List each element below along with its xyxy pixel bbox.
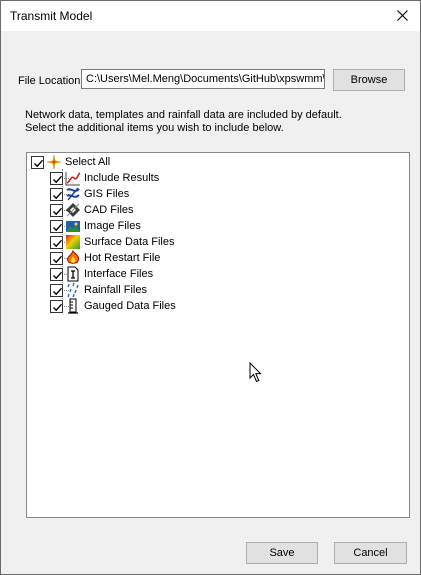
hot-restart-icon — [65, 250, 81, 266]
results-chart-icon — [65, 170, 81, 186]
checkmark-icon — [53, 207, 63, 215]
checkmark-icon — [53, 175, 63, 183]
tree-item-surface-data-files[interactable]: Surface Data Files — [50, 234, 174, 250]
tree-item-gauged-data-files[interactable]: Gauged Data Files — [50, 298, 176, 314]
cad-icon — [65, 202, 81, 218]
interface-files-checkbox[interactable] — [50, 267, 63, 281]
file-location-label: File Location — [18, 75, 81, 87]
surface-data-icon — [65, 234, 81, 250]
surface-data-files-checkbox[interactable] — [50, 235, 63, 249]
gis-files-checkbox[interactable] — [50, 187, 63, 201]
interface-icon — [65, 266, 81, 282]
gauged-data-files-label: Gauged Data Files — [84, 300, 176, 312]
checkmark-icon — [53, 303, 63, 311]
tree-item-hot-restart-file[interactable]: Hot Restart File — [50, 250, 160, 266]
info-text: Network data, templates and rainfall dat… — [25, 109, 342, 135]
checkmark-icon — [53, 255, 63, 263]
gauge-icon — [65, 298, 81, 314]
gauged-data-files-checkbox[interactable] — [50, 299, 63, 313]
checkmark-icon — [53, 271, 63, 279]
tree-item-select-all[interactable]: Select All — [31, 154, 110, 170]
cad-files-checkbox[interactable] — [50, 203, 63, 217]
image-files-checkbox[interactable] — [50, 219, 63, 233]
select-all-checkbox[interactable] — [31, 155, 44, 169]
checkmark-icon — [53, 191, 63, 199]
info-line-2: Select the additional items you wish to … — [25, 122, 284, 134]
checkmark-icon — [34, 159, 44, 167]
hot-restart-file-label: Hot Restart File — [84, 252, 161, 264]
save-button[interactable]: Save — [246, 542, 318, 564]
mouse-pointer-icon — [249, 361, 263, 386]
title-bar[interactable]: Transmit Model — [1, 1, 420, 31]
rainfall-files-label: Rainfall Files — [84, 284, 147, 296]
include-results-checkbox[interactable] — [50, 171, 63, 185]
tree-item-cad-files[interactable]: CAD Files — [50, 202, 134, 218]
tree-item-image-files[interactable]: Image Files — [50, 218, 141, 234]
rainfall-icon — [65, 282, 81, 298]
image-icon — [65, 218, 81, 234]
cancel-button[interactable]: Cancel — [334, 542, 407, 564]
gis-files-label: GIS Files — [84, 188, 130, 200]
browse-button[interactable]: Browse — [333, 69, 405, 91]
rainfall-files-checkbox[interactable] — [50, 283, 63, 297]
file-location-input[interactable]: C:\Users\Mel.Meng\Documents\GitHub\xpswm… — [81, 69, 325, 89]
surface-data-files-label: Surface Data Files — [84, 236, 175, 248]
hot-restart-file-checkbox[interactable] — [50, 251, 63, 265]
close-icon — [397, 10, 408, 21]
sparkle-icon — [46, 154, 62, 170]
checkmark-icon — [53, 223, 63, 231]
transmit-model-dialog: Transmit Model File Location C:\Users\Me… — [0, 0, 421, 575]
tree-item-gis-files[interactable]: GIS Files — [50, 186, 129, 202]
select-all-label: Select All — [65, 156, 111, 168]
checkmark-icon — [53, 239, 63, 247]
checkmark-icon — [53, 287, 63, 295]
window-title: Transmit Model — [10, 9, 93, 23]
image-files-label: Image Files — [84, 220, 141, 232]
cad-files-label: CAD Files — [84, 204, 134, 216]
gis-icon — [65, 186, 81, 202]
close-button[interactable] — [384, 1, 420, 31]
tree-item-include-results[interactable]: Include Results — [50, 170, 159, 186]
include-results-label: Include Results — [84, 172, 160, 184]
tree-item-rainfall-files[interactable]: Rainfall Files — [50, 282, 147, 298]
info-line-1: Network data, templates and rainfall dat… — [25, 109, 342, 121]
tree-item-interface-files[interactable]: Interface Files — [50, 266, 153, 282]
include-items-tree[interactable]: Select All Include Results GIS Files CAD… — [26, 152, 410, 518]
interface-files-label: Interface Files — [84, 268, 154, 280]
